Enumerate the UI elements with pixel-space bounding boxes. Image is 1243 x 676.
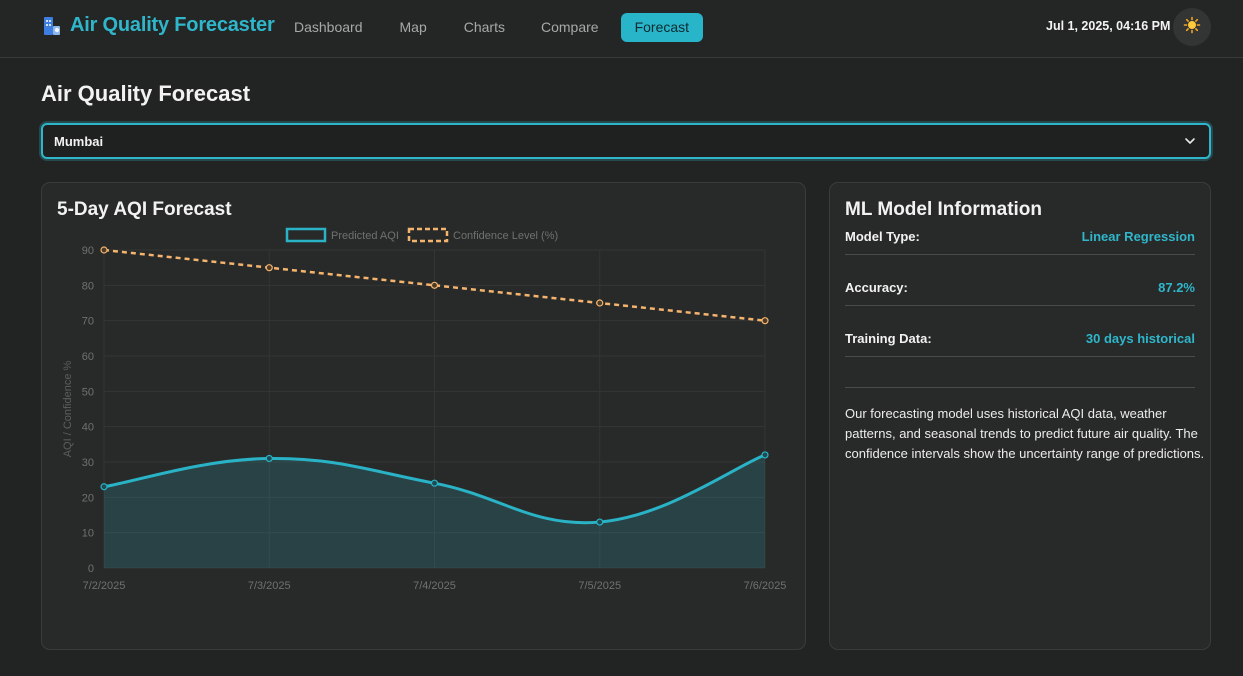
y-tick-label: 70 (82, 316, 94, 328)
y-tick-label: 80 (82, 280, 94, 292)
y-tick-label: 60 (82, 351, 94, 363)
y-tick-label: 0 (88, 563, 94, 575)
model-type-label: Model Type: (845, 229, 920, 244)
city-select-value: Mumbai (54, 134, 104, 149)
x-tick-label: 7/5/2025 (578, 580, 621, 592)
x-tick-label: 7/3/2025 (248, 580, 291, 592)
chevron-down-icon (1184, 134, 1196, 153)
model-info-title: ML Model Information (845, 199, 1043, 220)
forecast-chart: 0 10 20 30 40 50 60 70 80 90 7/2/2025 7/3/2025 7/4/2… (62, 227, 787, 592)
current-datetime: Jul 1, 2025, 04:16 PM (1046, 19, 1171, 33)
predicted-aqi-point (596, 518, 604, 526)
nav-compare[interactable]: Compare (527, 13, 613, 42)
training-data-label: Training Data: (845, 331, 932, 346)
nav-forecast[interactable]: Forecast (620, 13, 704, 42)
accuracy-label: Accuracy: (845, 280, 908, 295)
legend-swatch-confidence (407, 227, 449, 243)
model-description: Our forecasting model uses historical AQ… (845, 406, 1205, 461)
info-row-training-data: Training Data: 30 days historical (845, 323, 1195, 357)
x-tick-label: 7/6/2025 (744, 580, 787, 592)
confidence-point (596, 299, 604, 307)
y-axis-label: AQI / Confidence % (62, 360, 74, 457)
model-info-card: ML Model Information Model Type: Linear … (829, 182, 1211, 650)
legend-label-predicted-aqi: Predicted AQI (331, 230, 399, 242)
accuracy-value: 87.2% (1158, 280, 1195, 295)
confidence-point (430, 281, 439, 289)
city-select[interactable]: Mumbai (41, 123, 1211, 159)
y-tick-label: 40 (82, 422, 94, 434)
y-tick-label: 90 (82, 245, 94, 257)
nav-dashboard[interactable]: Dashboard (280, 13, 377, 42)
predicted-aqi-point (265, 454, 273, 463)
main-nav: Dashboard Map Charts Compare Forecast (280, 13, 704, 42)
legend-label-confidence: Confidence Level (%) (453, 230, 558, 242)
legend-swatch-predicted-aqi (285, 227, 327, 243)
confidence-point (265, 264, 273, 272)
y-tick-label: 30 (82, 457, 94, 469)
page-title: Air Quality Forecast (41, 81, 251, 106)
divider (845, 387, 1195, 388)
nav-charts[interactable]: Charts (450, 13, 519, 42)
building-icon (42, 15, 62, 37)
model-type-value: Linear Regression (1081, 229, 1195, 244)
info-row-model-type: Model Type: Linear Regression (845, 221, 1195, 255)
sun-icon (1183, 16, 1201, 39)
predicted-aqi-point (761, 451, 769, 459)
predicted-aqi-point (430, 479, 439, 487)
y-tick-label: 20 (82, 492, 94, 504)
training-data-value: 30 days historical (1085, 331, 1195, 346)
info-row-accuracy: Accuracy: 87.2% (845, 272, 1195, 306)
top-navbar: Air Quality Forecaster Dashboard Map Cha… (0, 0, 1243, 58)
confidence-point (761, 317, 769, 325)
nav-map[interactable]: Map (386, 13, 441, 42)
confidence-point (100, 246, 108, 254)
brand[interactable]: Air Quality Forecaster (42, 14, 275, 37)
y-tick-label: 50 (82, 386, 94, 398)
y-tick-label: 10 (82, 528, 94, 540)
app-title: Air Quality Forecaster (70, 14, 275, 36)
forecast-chart-card: 5-Day AQI Forecast 0 10 20 30 40 50 60 70 80 90 7/… (41, 182, 806, 650)
x-tick-label: 7/2/2025 (83, 580, 126, 592)
x-tick-label: 7/4/2025 (413, 580, 456, 592)
theme-toggle-button[interactable] (1173, 8, 1211, 46)
predicted-aqi-point (100, 483, 108, 491)
